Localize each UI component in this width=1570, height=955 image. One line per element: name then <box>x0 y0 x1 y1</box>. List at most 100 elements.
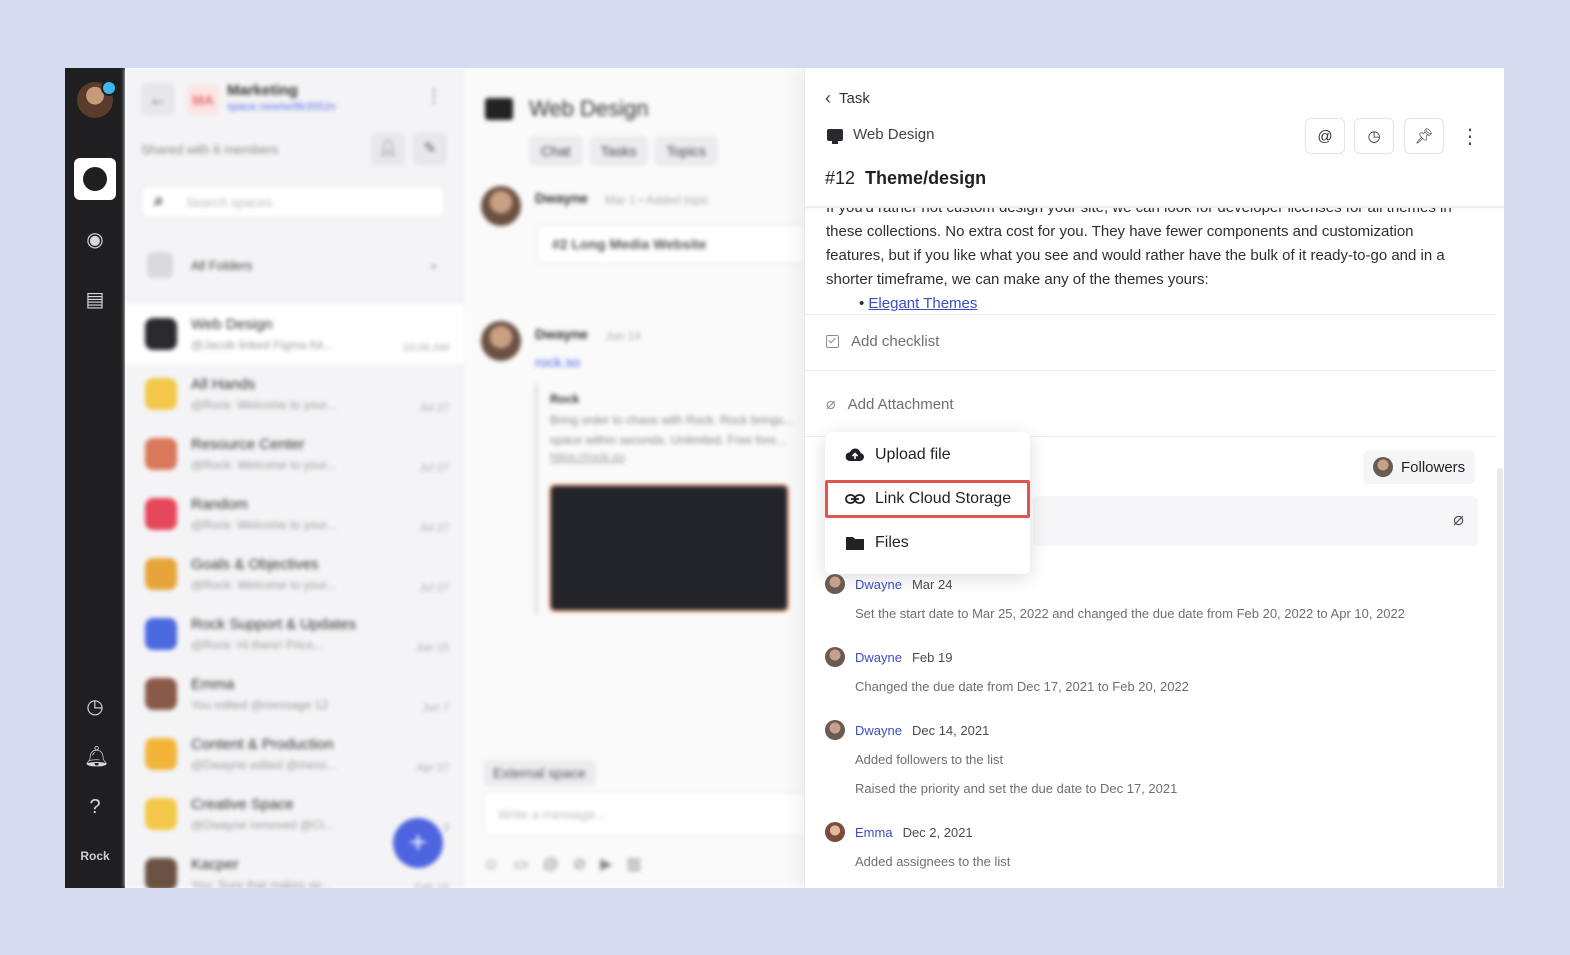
elegant-themes-link[interactable]: Elegant Themes <box>868 295 977 312</box>
scrollbar[interactable] <box>1497 468 1503 888</box>
activity-text: Added assignees to the list <box>855 854 1011 869</box>
attachment-menu: Upload file Link Cloud Storage Files <box>825 432 1030 574</box>
chevron-left-icon: ‹ <box>825 88 831 108</box>
folders-dropdown[interactable]: All Folders ⌄ <box>141 244 445 288</box>
add-checklist-button[interactable]: Add checklist <box>826 333 939 350</box>
document-icon[interactable]: ▤ <box>84 289 106 311</box>
follower-avatar <box>1373 457 1393 477</box>
avatar <box>825 822 845 842</box>
list-item[interactable]: Emma You edited @message 12 Jun 7 <box>125 664 463 724</box>
add-attachment-button[interactable]: ⌀ Add Attachment <box>826 394 954 414</box>
rock-space-button[interactable] <box>74 158 116 200</box>
folder-icon <box>147 252 173 278</box>
room-preview: @Rock: Hi there! Price... <box>191 638 324 652</box>
list-item[interactable]: All Hands @Rock: Welcome to your... Jul 27 <box>125 364 463 424</box>
files-label: Files <box>875 534 909 551</box>
app-window: ◉ ▤ ◷ 🔔︎ ? Rock ← MA Marketing space.new… <box>65 68 1504 888</box>
room-name: Resource Center <box>191 436 305 453</box>
external-space-badge: External space <box>483 760 596 786</box>
clock-icon[interactable]: ◷ <box>84 696 106 718</box>
activity-item: Dwayne Dec 14, 2021 Added followers to th… <box>825 720 1485 796</box>
chat-pane: Web Design Chat Tasks Topics Dwayne Mar 1 … <box>463 68 813 888</box>
message-author: Dwayne <box>535 190 588 206</box>
edit-button[interactable]: ✎ <box>413 132 447 166</box>
activity-text: Changed the due date from Dec 17, 2021 t… <box>855 679 1189 694</box>
space-name: Marketing <box>227 82 298 99</box>
clock-icon: ◷ <box>1367 128 1381 145</box>
room-preview: You edited @message 12 <box>191 698 329 712</box>
status-badge <box>101 80 117 96</box>
back-arrow-icon[interactable]: ← <box>141 82 175 116</box>
reminder-button[interactable]: ◷ <box>1354 118 1394 154</box>
room-preview: @Dwayne removed @Cl... <box>191 818 334 832</box>
activity-author[interactable]: Emma <box>855 825 893 840</box>
chat-tabs: Chat Tasks Topics <box>529 136 724 166</box>
room-avatar <box>145 318 177 350</box>
tab-topics[interactable]: Topics <box>654 136 719 166</box>
chat-title: Web Design <box>529 96 649 121</box>
more-icon[interactable]: ⋮ <box>425 86 443 107</box>
activity-author[interactable]: Dwayne <box>855 650 902 665</box>
mention-button[interactable]: @ <box>1305 118 1345 154</box>
room-name: Creative Space <box>191 796 294 813</box>
activity-author[interactable]: Dwayne <box>855 723 902 738</box>
search-input[interactable]: ⌕ Search spaces <box>141 186 445 218</box>
message-link[interactable]: rock.so <box>535 354 580 370</box>
list-item[interactable]: Rock Support & Updates @Rock: Hi there! P… <box>125 604 463 664</box>
space-link[interactable]: space.new/w/8k3552n <box>227 101 336 113</box>
link-cloud-storage-option[interactable]: Link Cloud Storage <box>825 480 1030 518</box>
activity-author[interactable]: Dwayne <box>855 577 902 592</box>
avatar[interactable] <box>481 321 521 361</box>
list-item[interactable]: Goals & Objectives @Rock: Welcome to your… <box>125 544 463 604</box>
list-item[interactable]: Content & Production @Dwayne edited @mess… <box>125 724 463 784</box>
add-button[interactable]: + <box>393 818 443 868</box>
topic-card[interactable]: #2 Long Media Website <box>537 224 807 264</box>
files-option[interactable]: Files <box>825 524 1030 562</box>
message-meta: Jun 14 <box>605 329 642 343</box>
avatar <box>825 574 845 594</box>
help-icon[interactable]: ? <box>84 796 106 818</box>
back-to-task-button[interactable]: ‹ Task <box>825 88 870 109</box>
members-button[interactable]: 👤︎ <box>371 132 405 166</box>
room-time: Jun 15 <box>415 642 449 654</box>
avatar[interactable] <box>481 186 521 226</box>
room-avatar <box>145 438 177 470</box>
list-item[interactable]: Web Design @Jacob linked Figma fol... 10:0… <box>125 304 463 364</box>
room-avatar <box>145 738 177 770</box>
user-avatar[interactable] <box>77 80 117 118</box>
preview-url[interactable]: https://rock.so <box>550 450 815 464</box>
chat-icon[interactable]: ◉ <box>84 229 106 251</box>
tab-tasks[interactable]: Tasks <box>588 136 649 166</box>
space-icon <box>83 167 107 191</box>
at-icon: @ <box>1317 127 1333 145</box>
upload-file-option[interactable]: Upload file <box>825 436 1030 474</box>
monitor-icon <box>485 98 513 120</box>
followers-button[interactable]: Followers <box>1363 450 1476 484</box>
list-item[interactable]: Resource Center @Rock: Welcome to your...… <box>125 424 463 484</box>
bell-icon[interactable]: 🔔︎ <box>84 746 109 768</box>
checkbox-icon <box>826 335 839 348</box>
task-description[interactable]: If you'd rather not custom design your s… <box>826 208 1466 314</box>
paperclip-icon[interactable]: ⌀ <box>1453 509 1464 530</box>
followers-label: Followers <box>1401 458 1466 476</box>
task-name[interactable]: Theme/design <box>865 168 986 188</box>
room-time: Jun 7 <box>422 702 449 714</box>
tab-chat[interactable]: Chat <box>529 136 583 166</box>
preview-image[interactable] <box>549 484 789 612</box>
list-item[interactable]: Random @Rock: Welcome to your... Jul 27 <box>125 484 463 544</box>
comment-input[interactable]: ⌀ <box>1033 496 1478 546</box>
message-input[interactable]: Write a message... <box>483 792 813 836</box>
room-name: Rock Support & Updates <box>191 616 357 633</box>
more-options-icon[interactable]: ⋮ <box>1460 124 1480 149</box>
task-space[interactable]: Web Design <box>827 126 934 144</box>
task-number: #12 <box>825 168 856 188</box>
room-name: All Hands <box>191 376 256 393</box>
activity-text: Raised the priority and set the due date… <box>855 781 1178 796</box>
room-preview: @Rock: Welcome to your... <box>191 398 337 412</box>
folders-label: All Folders <box>191 258 253 273</box>
search-placeholder: Search spaces <box>186 195 272 210</box>
space-badge: MA <box>187 85 219 115</box>
pin-button[interactable]: 📌︎ <box>1404 118 1444 154</box>
room-name: Goals & Objectives <box>191 556 319 573</box>
spaces-sidebar: ← MA Marketing space.new/w/8k3552n ⋮ Sha… <box>125 68 463 888</box>
